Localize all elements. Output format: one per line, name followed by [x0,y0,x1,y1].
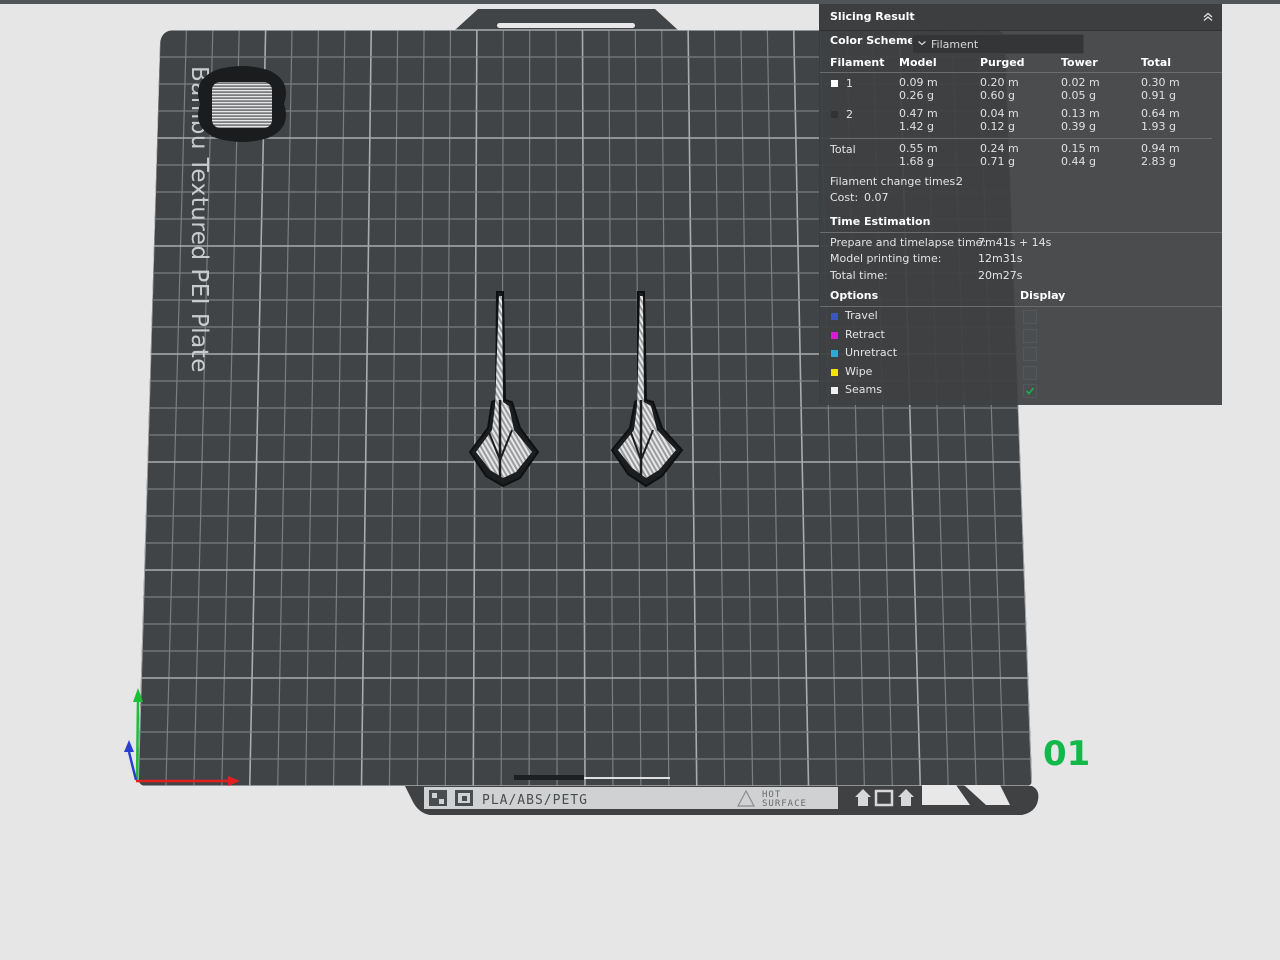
hot-surface-text-2: SURFACE [762,799,807,809]
divider [820,72,1222,73]
divider [820,232,1222,233]
row2-total: 0.64 m 1.93 g [1141,107,1180,133]
color-scheme-dropdown[interactable]: Filament [912,34,1084,54]
chevron-down-icon [917,38,927,48]
time-label: Total time: [830,269,888,282]
option-color-swatch [831,387,838,394]
color-scheme-label: Color Scheme [830,34,915,47]
option-color-swatch [831,368,838,376]
row2-purged: 0.04 m 0.12 g [980,107,1019,133]
filament-id: 1 [846,77,853,90]
filament-color-swatch [831,111,838,118]
header-filament: Filament [830,56,885,69]
option-display-checkbox[interactable] [1023,310,1037,324]
total-label: Total [830,143,856,156]
cost-label: Cost: [830,191,859,204]
row1-model: 0.09 m 0.26 g [899,76,938,102]
header-purged: Purged [980,56,1025,69]
row2-tower: 0.13 m 0.39 g [1061,107,1100,133]
row1-tower: 0.02 m 0.05 g [1061,76,1100,102]
option-label: Wipe [845,364,873,378]
header-tower: Tower [1061,56,1098,69]
header-total: Total [1141,56,1172,69]
row2-model: 0.47 m 1.42 g [899,107,938,133]
total-tower: 0.15 m 0.44 g [1061,142,1100,168]
total-purged: 0.24 m 0.71 g [980,142,1019,168]
header-model: Model [899,56,937,69]
filament-change-label: Filament change times: [830,175,959,188]
time-label: Prepare and timelapse time: [830,236,987,249]
total-total: 0.94 m 2.83 g [1141,142,1180,168]
option-color-swatch [831,350,838,357]
filament-id: 2 [846,108,853,121]
option-label: Seams [845,383,882,396]
option-display-checkbox[interactable] [1023,365,1037,380]
slicing-result-panel: Slicing Result Color Scheme Filament Fil… [819,4,1222,405]
panel-header: Slicing Result [820,4,1222,31]
time-value: 12m31s [978,252,1023,265]
plate-number[interactable]: 01 [1043,734,1090,774]
row1-total: 0.30 m 0.91 g [1141,76,1180,102]
options-title: Options [830,289,879,302]
checkmark-icon [1025,387,1035,395]
divider [830,138,1212,139]
plate-material-text: PLA/ABS/PETG [482,793,588,808]
time-value: 20m27s [978,269,1023,282]
total-model: 0.55 m 1.68 g [899,142,938,168]
option-label: Unretract [845,346,898,359]
option-label: Travel [845,309,878,322]
color-scheme-value: Filament [931,38,979,51]
option-display-checkbox[interactable] [1023,347,1037,361]
row1-purged: 0.20 m 0.60 g [980,76,1019,102]
filament-change-value: 2 [956,175,963,188]
prime-tower[interactable] [198,66,286,142]
option-color-swatch [831,313,838,320]
option-display-checkbox[interactable] [1023,384,1037,398]
collapse-icon[interactable] [1200,9,1216,25]
panel-title: Slicing Result [830,10,915,23]
option-color-swatch [831,331,838,339]
time-value: 7m41s + 14s [978,236,1052,249]
divider [820,306,1222,307]
cost-value: 0.07 [864,191,889,204]
option-display-checkbox[interactable] [1023,328,1037,343]
display-title: Display [1020,289,1066,302]
filament-color-swatch [831,80,838,87]
time-estimation-title: Time Estimation [830,215,931,228]
time-label: Model printing time: [830,252,942,265]
option-label: Retract [845,327,885,341]
